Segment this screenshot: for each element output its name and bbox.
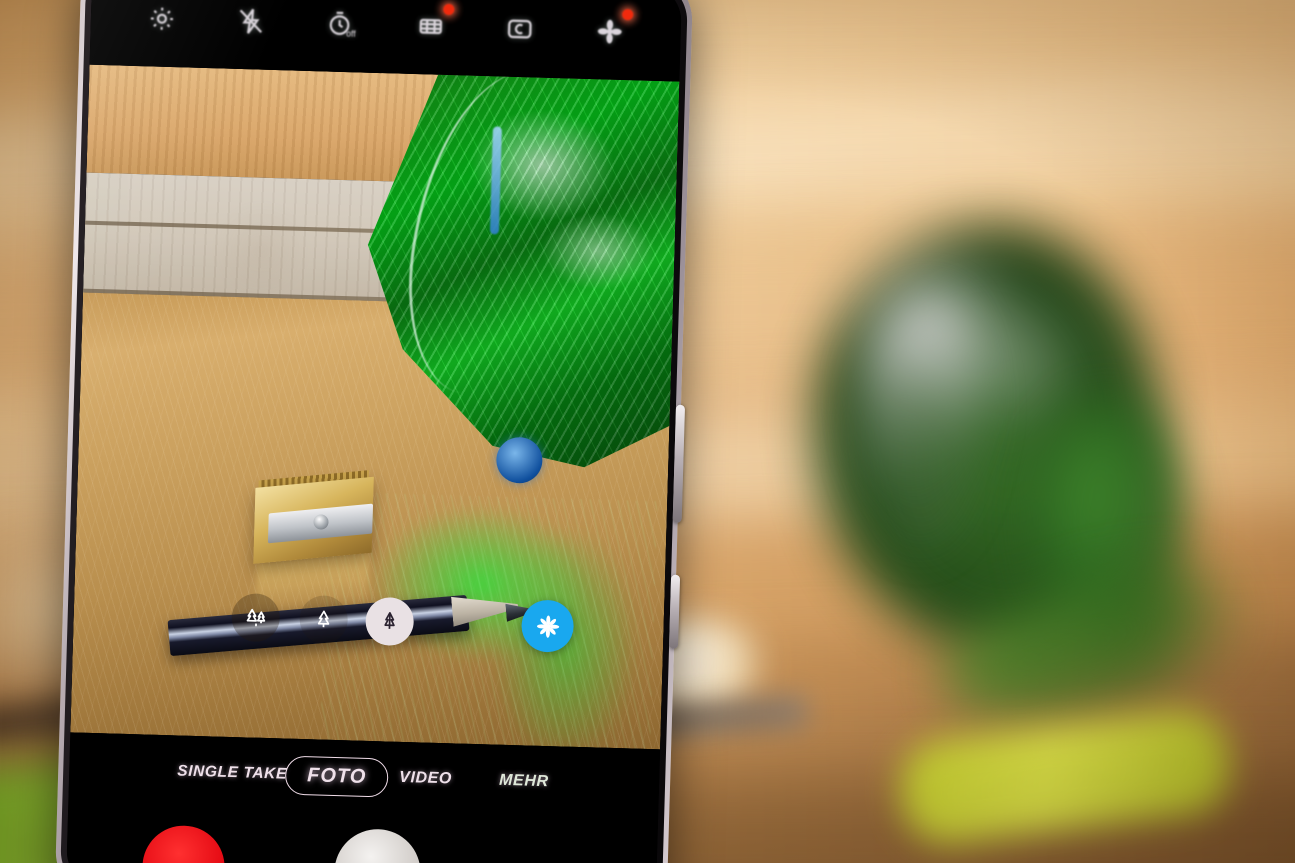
motion-photo-icon[interactable]: [498, 6, 543, 51]
photo-scene: off SINGLE TAKE FOTO VIDEO MEHR: [0, 0, 1295, 863]
svg-text:off: off: [346, 29, 356, 39]
aspect-ratio-icon[interactable]: [408, 3, 455, 49]
phone-screen[interactable]: off SINGLE TAKE FOTO VIDEO MEHR: [65, 0, 683, 863]
macro-mode-button[interactable]: [520, 599, 575, 653]
zoom-tele-button[interactable]: [364, 596, 415, 647]
double-tree-icon: [242, 604, 270, 632]
tree-outline-icon: [376, 608, 403, 635]
effects-badge: [622, 8, 634, 21]
flower-icon: [534, 612, 562, 640]
zoom-ultrawide-button[interactable]: [231, 592, 281, 643]
mode-mehr[interactable]: MEHR: [499, 772, 549, 791]
gallery-thumbnail[interactable]: [141, 824, 226, 863]
smartphone: off SINGLE TAKE FOTO VIDEO MEHR: [54, 0, 694, 863]
settings-gear-icon[interactable]: [139, 0, 184, 41]
mode-video[interactable]: VIDEO: [399, 769, 452, 789]
shutter-button[interactable]: [333, 828, 422, 863]
mode-single-take[interactable]: SINGLE TAKE: [177, 762, 287, 783]
filters-effects-icon[interactable]: [587, 8, 634, 54]
tree-icon: [310, 606, 337, 633]
timer-off-icon[interactable]: off: [318, 1, 363, 46]
flash-off-icon[interactable]: [229, 0, 274, 44]
zoom-wide-button[interactable]: [299, 594, 349, 645]
mode-foto-active[interactable]: FOTO: [284, 755, 389, 798]
aspect-ratio-badge: [442, 3, 455, 16]
